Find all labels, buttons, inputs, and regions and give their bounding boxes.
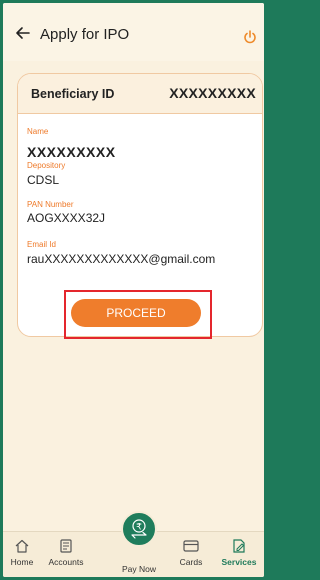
app-header: Apply for IPO: [3, 3, 264, 61]
email-label: Email Id: [27, 240, 56, 249]
nav-home-label: Home: [10, 557, 34, 567]
nav-cards[interactable]: Cards: [173, 538, 209, 567]
app-screen: Apply for IPO Beneficiary ID XXXXXXXXX N…: [3, 3, 264, 577]
beneficiary-header: Beneficiary ID XXXXXXXXX: [18, 74, 262, 114]
arrow-left-icon[interactable]: [15, 25, 33, 43]
depository-label: Depository: [27, 161, 66, 170]
pay-now-button[interactable]: ₹: [121, 511, 157, 547]
svg-text:₹: ₹: [136, 523, 142, 533]
nav-paynow-label: Pay Now: [121, 564, 156, 574]
proceed-highlight-box: [64, 290, 212, 339]
name-value: XXXXXXXXX: [27, 144, 116, 160]
rupee-icon: ₹: [131, 519, 147, 539]
depository-value: CDSL: [27, 173, 60, 187]
nav-accounts[interactable]: Accounts: [43, 538, 89, 567]
nav-accounts-label: Accounts: [48, 557, 84, 567]
page-title: Apply for IPO: [40, 26, 130, 43]
power-icon[interactable]: [243, 30, 257, 44]
nav-home[interactable]: Home: [7, 538, 37, 567]
pan-value: AOGXXXX32J: [27, 211, 106, 225]
pan-label: PAN Number: [27, 200, 74, 209]
nav-services-label: Services: [221, 557, 257, 567]
edit-document-icon: [233, 539, 245, 553]
beneficiary-id-label: Beneficiary ID: [31, 87, 115, 101]
document-icon: [60, 539, 72, 553]
card-icon: [183, 540, 199, 552]
beneficiary-id-value: XXXXXXXXX: [169, 85, 256, 101]
home-icon: [15, 539, 29, 553]
email-value: rauXXXXXXXXXXXXX@gmail.com: [27, 252, 216, 266]
nav-cards-label: Cards: [179, 557, 203, 567]
nav-services[interactable]: Services: [218, 538, 260, 567]
name-label: Name: [27, 127, 49, 136]
